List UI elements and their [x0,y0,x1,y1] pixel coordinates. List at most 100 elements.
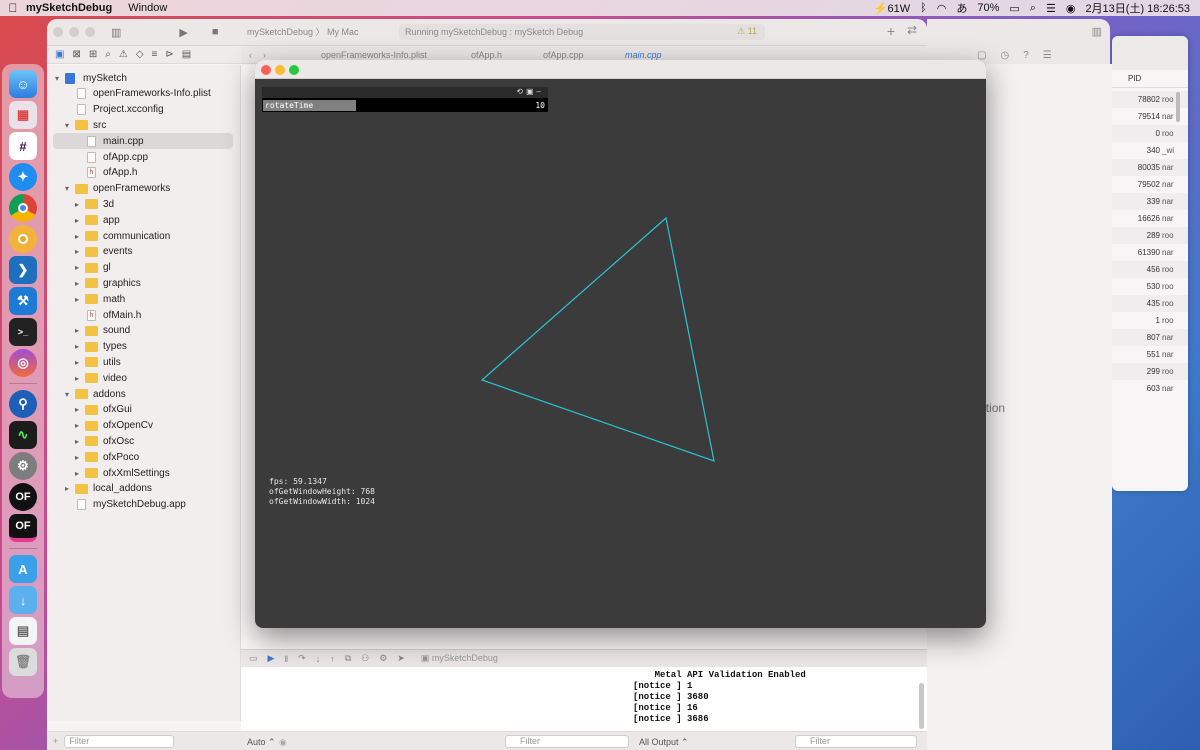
variables-scope-selector[interactable]: Auto ⌃ [247,737,276,748]
process-row[interactable]: 16626 nar [1112,210,1188,227]
navigator-item[interactable]: ▸ communication [53,228,233,244]
process-row[interactable]: 435 roo [1112,295,1188,312]
chrome-icon[interactable] [9,194,37,222]
navigator-item[interactable]: ▸ utils [53,354,233,370]
chevron-right-icon[interactable]: ▸ [75,216,85,225]
console-output[interactable]: Metal API Validation Enabled [notice ] 1[… [241,667,927,731]
step-out-icon[interactable]: ↑ [330,654,335,664]
wifi-icon[interactable]: ◠ [937,2,947,15]
console-filter-input[interactable]: Filter [795,735,917,748]
location-icon[interactable]: ➤ [397,653,405,664]
chevron-right-icon[interactable]: ▸ [75,342,85,351]
window-menu[interactable]: Window [128,2,167,14]
chevron-right-icon[interactable]: ▸ [75,263,85,272]
navigator-item[interactable]: mySketchDebug.app [53,497,233,513]
navigator-item[interactable]: ▸ math [53,291,233,307]
navigator-item[interactable]: ▾ mySketch [53,70,233,86]
tab-ofapp-cpp[interactable]: ofApp.cpp [543,50,584,60]
chevron-right-icon[interactable]: ▸ [75,469,85,478]
memory-graph-icon[interactable]: ⚇ [361,653,369,664]
downloads-folder-icon[interactable]: ↓ [9,586,37,614]
notification-icon[interactable]: ◉ [1066,2,1076,15]
chevron-right-icon[interactable]: ▸ [75,405,85,414]
minimize-button[interactable] [69,27,79,37]
hide-debug-icon[interactable]: ▭ [249,653,258,664]
app-menu[interactable]: mySketchDebug [26,2,112,14]
symbol-navigator-icon[interactable]: ⊞ [89,49,97,60]
process-row[interactable]: 807 nar [1112,329,1188,346]
battery-watts[interactable]: ⚡61W [874,2,910,15]
process-row[interactable]: 530 roo [1112,278,1188,295]
applications-folder-icon[interactable]: A [9,555,37,583]
navigator-filter-input[interactable]: Filter [64,734,175,748]
navigator-item[interactable]: ▸ gl [53,260,233,276]
navigator-item[interactable]: ofApp.cpp [53,149,233,165]
system-preferences-icon[interactable]: ⚙ [9,452,37,480]
close-button[interactable] [53,27,63,37]
safari-icon[interactable]: ✦ [9,163,37,191]
attributes-inspector-icon[interactable]: ☰ [1043,50,1052,61]
xcode-icon[interactable]: ⚒ [9,287,37,315]
navigator-item[interactable]: ▸ sound [53,323,233,339]
navigator-item[interactable]: main.cpp [53,133,233,150]
navigator-item[interactable]: ▸ ofxPoco [53,449,233,465]
debug-navigator-icon[interactable]: ≡ [152,49,158,60]
gui-panel[interactable]: ⟲▣– rotateTime 10 [262,87,548,112]
chevron-right-icon[interactable]: ▸ [75,326,85,335]
chevron-right-icon[interactable]: ▸ [75,453,85,462]
test-navigator-icon[interactable]: ◇ [136,49,144,60]
breakpoints-toggle-icon[interactable]: ▶ [268,653,275,664]
chevron-right-icon[interactable]: ▸ [75,437,85,446]
view-debugger-icon[interactable]: ⧉ [345,653,351,664]
navigator-item[interactable]: ▸ ofxOpenCv [53,418,233,434]
pause-icon[interactable]: ‖ [284,654,288,664]
navigator-item[interactable]: ▸ events [53,244,233,260]
navigator-item[interactable]: Project.xcconfig [53,102,233,118]
step-over-icon[interactable]: ↷ [298,653,306,664]
process-row[interactable]: 79502 nar [1112,176,1188,193]
issue-navigator-icon[interactable]: ⚠ [119,49,128,60]
gui-header[interactable]: ⟲▣– [262,87,548,98]
process-row[interactable]: 603 nar [1112,380,1188,397]
process-row[interactable]: 80035 nar [1112,159,1188,176]
process-row[interactable]: 0 roo [1112,125,1188,142]
add-icon[interactable]: + [887,23,895,39]
activity-monitor-icon[interactable]: ∿ [9,421,37,449]
navigator-item[interactable]: openFrameworks-Info.plist [53,86,233,102]
variables-filter-input[interactable]: Filter [505,735,629,748]
navigator-item[interactable]: ▾ src [53,117,233,133]
navigator-item[interactable]: ▸ ofxGui [53,402,233,418]
history-inspector-icon[interactable]: ◷ [1000,50,1009,61]
process-row[interactable]: 1 roo [1112,312,1188,329]
navigator-item[interactable]: ▸ graphics [53,275,233,291]
inspector-toggle-icon[interactable]: ▥ [1092,25,1102,38]
slack-icon[interactable]: # [9,132,37,160]
add-file-icon[interactable]: + [53,736,58,746]
chevron-right-icon[interactable]: ▸ [75,279,85,288]
spotlight-icon[interactable]: ⌕ [1030,2,1036,15]
tab-ofapp-h[interactable]: ofApp.h [471,50,502,60]
run-icon[interactable]: ▶ [179,26,187,39]
process-row[interactable]: 61390 nar [1112,244,1188,261]
chevron-down-icon[interactable]: ▾ [55,74,65,83]
environment-override-icon[interactable]: ⚙ [379,653,387,664]
warning-badge[interactable]: ⚠ 11 [737,26,757,37]
finder-icon[interactable]: ☺ [9,70,37,98]
process-row[interactable]: 299 roo [1112,363,1188,380]
forward-icon[interactable]: › [263,50,266,60]
documents-icon[interactable]: ▤ [9,617,37,645]
navigator-item[interactable]: ▸ local_addons [53,481,233,497]
sidebar-toggle-icon[interactable]: ▥ [111,26,121,39]
tab-main-cpp[interactable]: main.cpp [625,50,662,60]
output-selector[interactable]: All Output ⌃ [639,737,689,748]
chevron-right-icon[interactable]: ▸ [75,200,85,209]
battery-icon[interactable]: ▭ [1009,2,1019,15]
control-center-icon[interactable]: ☰ [1046,2,1056,15]
navigator-item[interactable]: ▸ 3d [53,196,233,212]
chevron-right-icon[interactable]: ▸ [65,484,75,493]
openframeworks-projectgen-icon[interactable]: OF [9,514,37,542]
terminal-icon[interactable]: >_ [9,318,37,346]
process-row[interactable]: 456 roo [1112,261,1188,278]
process-row[interactable]: 289 roo [1112,227,1188,244]
navigator-item[interactable]: ▾ addons [53,386,233,402]
